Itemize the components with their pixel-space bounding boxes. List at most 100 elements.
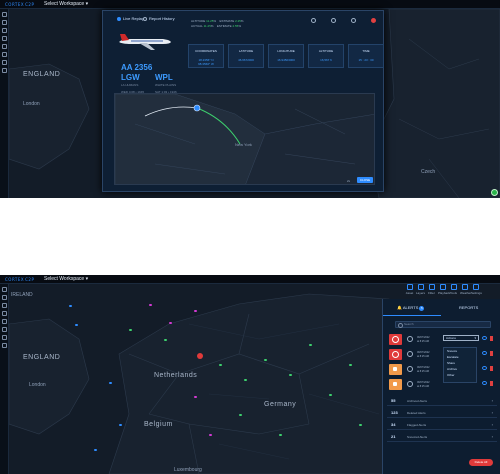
nav-filter[interactable]: Filter [427,284,436,295]
flagged-alerts-row[interactable]: 34 Flagged Alerts › [387,420,497,430]
snoozed-alerts-row[interactable]: 21 Snoozed Alerts › [387,432,497,442]
map-marker[interactable] [119,424,122,426]
top-nav: Asset Layers Filter Playback Tools Weath… [405,284,482,295]
view-icon[interactable] [482,381,487,385]
alert-row[interactable]: 06/07/2022 at 8:25 AM [387,379,497,391]
map-marker[interactable] [129,329,132,331]
map-marker[interactable] [219,364,222,366]
sidebar-alert-icon[interactable] [2,52,7,57]
tab-reports[interactable]: REPORTS [459,305,478,310]
map-marker[interactable] [264,359,267,361]
map-label-luxembourg: Luxembourg [174,467,202,473]
map-marker[interactable] [239,414,242,416]
map-label-london: London [29,382,46,388]
screenshot-alerts: CORTEXC2P Select Workspace ▾ IRELAND ENG… [0,275,500,474]
delete-icon[interactable] [490,366,493,371]
assistant-icon[interactable] [491,189,498,196]
zoom-level[interactable]: 2x [347,179,350,183]
sidebar-map-icon[interactable] [2,319,7,324]
map-marker[interactable] [164,339,167,341]
delete-icon[interactable] [490,336,493,341]
map-marker[interactable] [209,434,212,436]
nav-playback[interactable]: Playback [438,284,450,295]
map-marker[interactable] [94,449,97,451]
sidebar-filter-icon[interactable] [2,311,7,316]
nav-weather[interactable]: Weather [460,284,471,295]
map-marker[interactable] [359,424,362,426]
map-marker[interactable] [75,324,78,326]
radio-live-replay[interactable]: Live Replay [117,16,144,21]
deleted-alerts-row[interactable]: 123 Deleted Alerts › [387,408,497,418]
delete-icon[interactable] [490,381,493,386]
sidebar-layers-icon[interactable] [2,295,7,300]
actions-dropdown[interactable]: Actions [443,335,479,341]
map-marker[interactable] [169,322,172,324]
flight-route-map[interactable]: New York [114,93,375,185]
map-marker[interactable] [289,374,292,376]
nav-tools[interactable]: Tools [449,284,458,295]
map-label-netherlands: Netherlands [154,372,198,379]
nav-layers[interactable]: Layers [416,284,425,295]
download-icon[interactable] [331,18,336,23]
alert-row[interactable]: 06/07/2022 at 8:25 AM [387,349,497,361]
origin-name: LA HUMANS [121,83,139,87]
view-icon[interactable] [482,366,487,370]
map-marker[interactable] [69,305,72,307]
route-map-graphics [115,94,374,184]
sidebar-menu-icon[interactable] [2,287,7,292]
sidebar-search-icon[interactable] [2,303,7,308]
view-icon[interactable] [482,336,487,340]
sidebar-alert-icon[interactable] [2,327,7,332]
close-button[interactable]: CLOSE [357,177,373,183]
chevron-right-icon: › [491,434,493,439]
nav-settings[interactable]: Settings [471,284,482,295]
map-marker[interactable] [149,304,152,306]
radio-report-history[interactable]: Report History [143,16,175,21]
alert-row[interactable]: 06/07/2022 at 8:25 AM [387,364,497,376]
alert-datetime: 06/07/2022 at 8:25 AM [417,351,430,358]
app-logo: CORTEXC2P [5,277,35,282]
sidebar-tools-icon[interactable] [2,335,7,340]
chevron-right-icon: › [491,422,493,427]
menu-item-other[interactable]: Other [444,372,476,378]
card-longitude: LONGITUDE 16.94503000 [268,44,304,68]
map-marker[interactable] [279,434,282,436]
tab-alerts[interactable]: 🔔 ALERTS 5 [397,305,425,311]
delete-all-button[interactable]: Delete All [469,459,493,466]
view-icon[interactable] [482,351,487,355]
top-bar: CORTEXC2P Select Workspace ▾ [0,275,500,284]
archived-alerts-row[interactable]: 55 Archived Alerts › [387,396,497,406]
delete-icon[interactable] [371,18,376,23]
delete-icon[interactable] [490,351,493,356]
flight-detail-modal: Live Replay Report History AA 2356 LGW W… [102,10,384,192]
card-time: TIME 15 : 23 : 30 [348,44,384,68]
power-icon[interactable] [351,18,356,23]
sidebar-search-icon[interactable] [2,28,7,33]
workspace-select[interactable]: Select Workspace ▾ [44,276,88,282]
nav-asset[interactable]: Asset [405,284,414,295]
clock-icon [407,336,413,342]
sidebar-map-icon[interactable] [2,44,7,49]
sidebar-settings-icon[interactable] [2,343,7,348]
chevron-right-icon: › [491,398,493,403]
app-logo: CORTEXC2P [5,2,35,7]
sidebar-tools-icon[interactable] [2,60,7,65]
sidebar-menu-icon[interactable] [2,12,7,17]
map-marker[interactable] [194,396,197,398]
sidebar-filter-icon[interactable] [2,36,7,41]
map-marker[interactable] [109,382,112,384]
stat-row-2: ACTUAL 11.25% ESTIMATE 2.55% [191,24,242,28]
workspace-select[interactable]: Select Workspace ▾ [44,1,88,7]
map-marker[interactable] [309,344,312,346]
map-marker[interactable] [194,310,197,312]
sidebar-layers-icon[interactable] [2,20,7,25]
alert-row[interactable]: 06/07/2022 at 8:25 AM Actions [387,334,497,346]
map-marker[interactable] [349,364,352,366]
alert-location-marker[interactable] [197,353,203,359]
alerts-search-input[interactable]: Search [395,321,491,328]
share-icon[interactable] [311,18,316,23]
sidebar-settings-icon[interactable] [2,68,7,73]
clock-icon [407,366,413,372]
map-marker[interactable] [329,394,332,396]
map-marker[interactable] [244,379,247,381]
